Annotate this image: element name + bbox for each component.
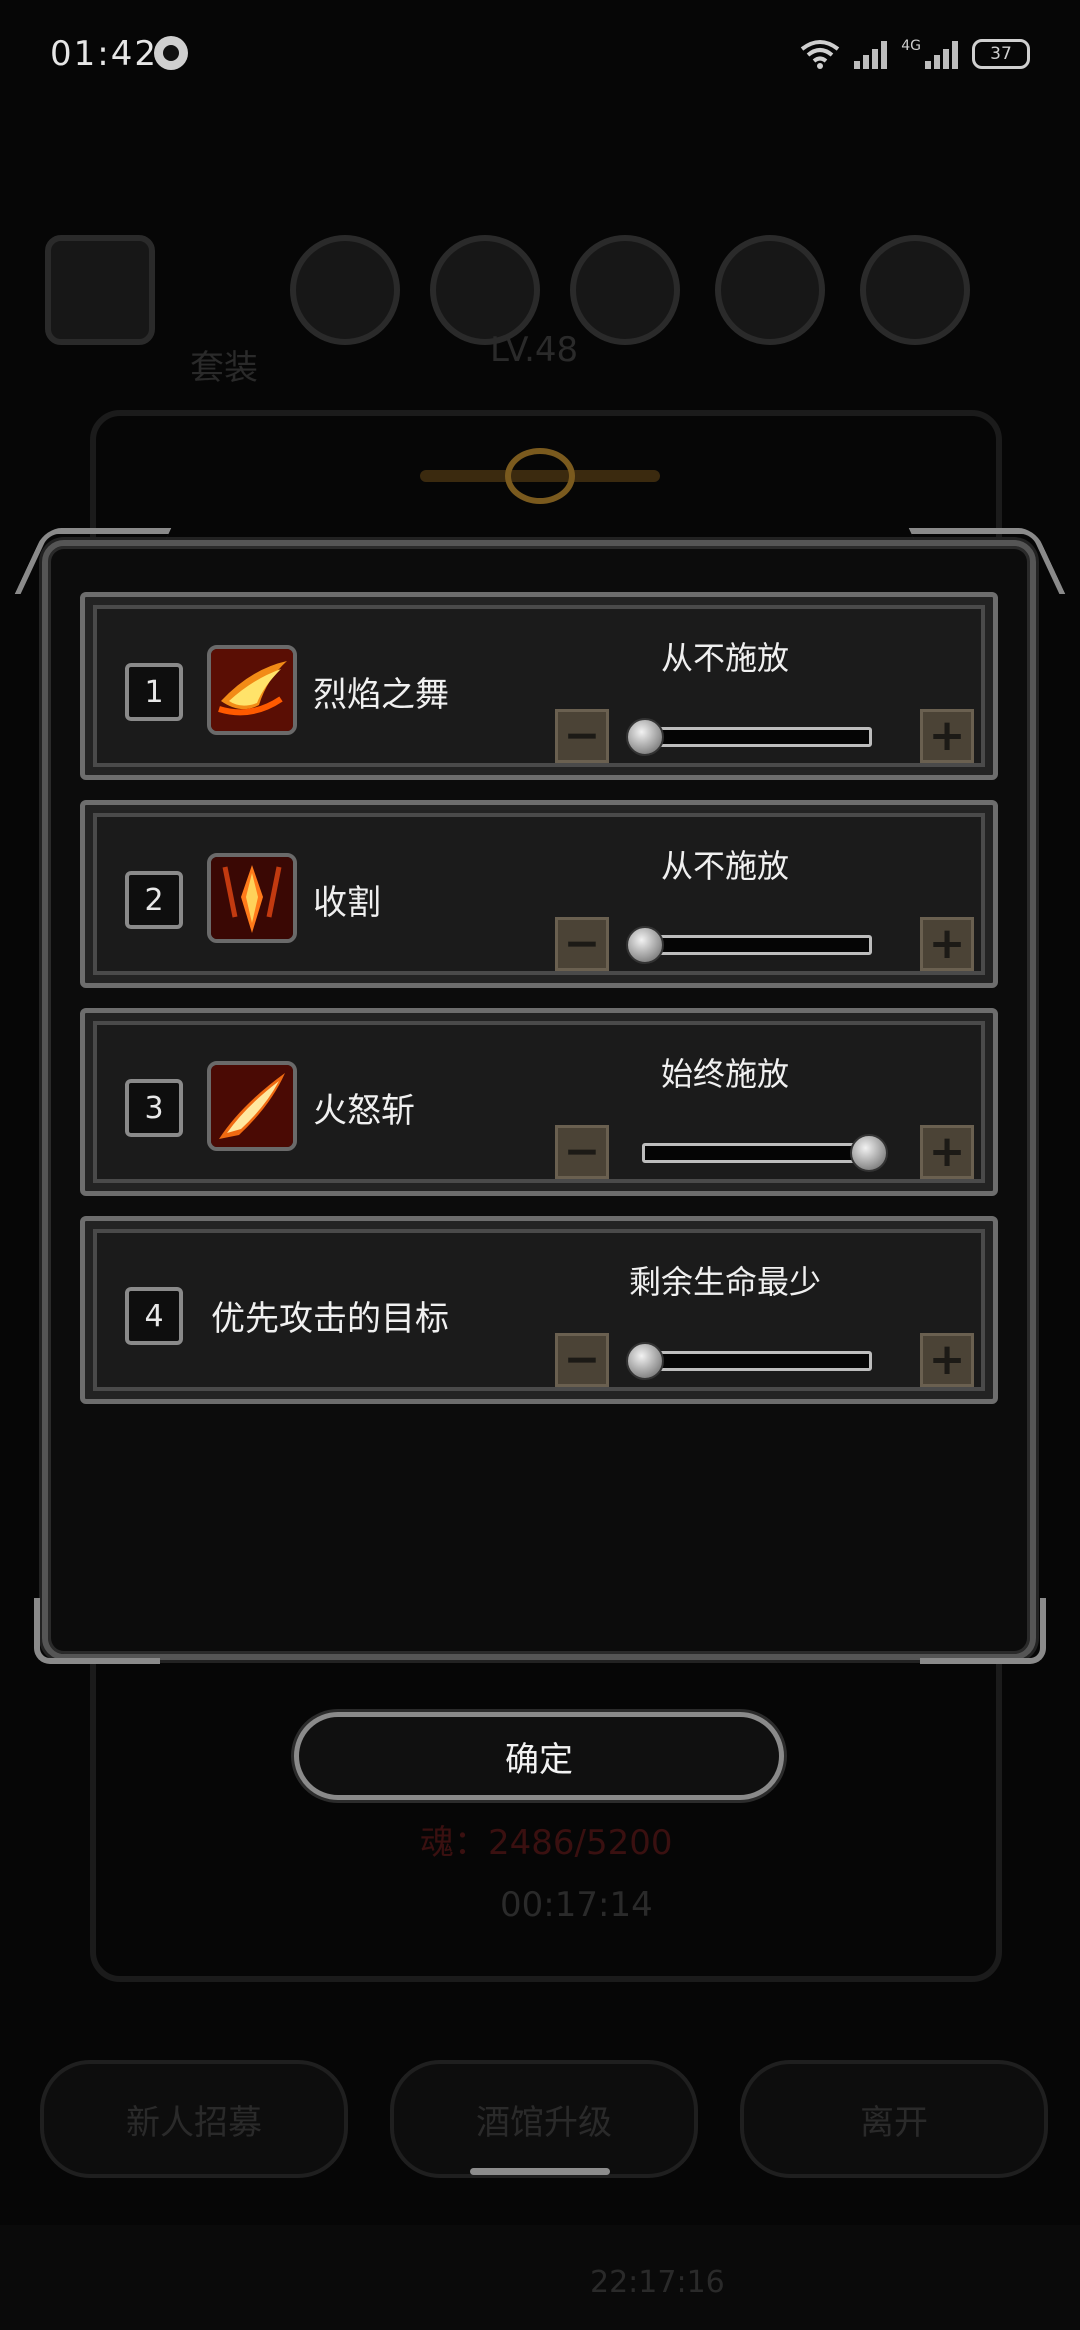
dialog-emblem [420,430,660,520]
battery-level: 37 [990,44,1012,64]
bg-bottom-timer: 22:17:16 [590,2265,725,2300]
slider-handle[interactable] [626,926,664,964]
notification-drop-icon [154,36,188,70]
fire-rage-slash-icon [207,1061,297,1151]
skill-name: 烈焰之舞 [313,675,449,715]
cast-slider[interactable] [626,926,872,964]
bg-level: LV.48 [490,330,579,370]
row-number: 2 [125,871,183,929]
increase-button[interactable]: + [920,1125,974,1179]
harvest-icon [207,853,297,943]
target-priority-label: 优先攻击的目标 [211,1299,449,1339]
row-number: 3 [125,1079,183,1137]
bg-upgrade-button: 酒馆升级 [390,2060,698,2178]
row-number: 4 [125,1287,183,1345]
signal-bars-icon [854,39,888,69]
increase-button[interactable]: + [920,709,974,763]
cast-mode-label: 始终施放 [660,1055,789,1093]
decrease-button[interactable]: − [555,709,609,763]
skill-row-2: 2 收割 从不施放 − + [80,800,998,988]
frame-ornament-br [920,1598,1046,1664]
bg-resource: 魂：2486/5200 [420,1823,673,1863]
bg-tab-label: 套装 [190,348,258,388]
bg-equip-icon-1 [290,235,400,345]
flame-dance-icon [207,645,297,735]
skill-name: 火怒斩 [313,1091,415,1131]
increase-button[interactable]: + [920,1333,974,1387]
battery-icon: 37 [972,39,1030,69]
bg-leave-button: 离开 [740,2060,1048,2178]
network-type: 4G [901,38,921,54]
bg-portrait-icon [45,235,155,345]
signal-bars-icon-2 [925,39,958,69]
bg-equip-icon-4 [715,235,825,345]
wifi-icon [801,40,840,69]
bg-bottom-bar: 22:17:16 [0,2225,1080,2330]
bg-equip-icon-2 [430,235,540,345]
decrease-button[interactable]: − [555,917,609,971]
skill-row-3: 3 火怒斩 始终施放 − + [80,1008,998,1196]
decrease-button[interactable]: − [555,1333,609,1387]
confirm-button[interactable]: 确定 [294,1712,784,1800]
bg-timer: 00:17:14 [500,1885,653,1925]
target-mode-label: 剩余生命最少 [628,1263,821,1301]
status-icons: 4G 37 [800,36,1030,72]
bg-recruit-button: 新人招募 [40,2060,348,2178]
target-priority-row: 4 优先攻击的目标 剩余生命最少 − + [80,1216,998,1404]
skill-name: 收割 [313,883,381,923]
frame-ornament-bl [34,1598,160,1664]
bg-equip-icon-5 [860,235,970,345]
cast-slider[interactable] [626,718,872,756]
bg-equip-icon-3 [570,235,680,345]
slider-handle[interactable] [626,718,664,756]
cast-mode-label: 从不施放 [660,639,789,677]
increase-button[interactable]: + [920,917,974,971]
status-bar: 01:42 4G 37 [0,0,1080,110]
cast-mode-label: 从不施放 [660,847,789,885]
cast-slider[interactable] [642,1134,888,1172]
home-indicator[interactable] [470,2168,610,2175]
row-number: 1 [125,663,183,721]
slider-handle[interactable] [850,1134,888,1172]
decrease-button[interactable]: − [555,1125,609,1179]
skill-row-1: 1 烈焰之舞 从不施放 − + [80,592,998,780]
target-slider[interactable] [626,1342,872,1380]
status-time: 01:42 [50,34,158,74]
slider-handle[interactable] [626,1342,664,1380]
